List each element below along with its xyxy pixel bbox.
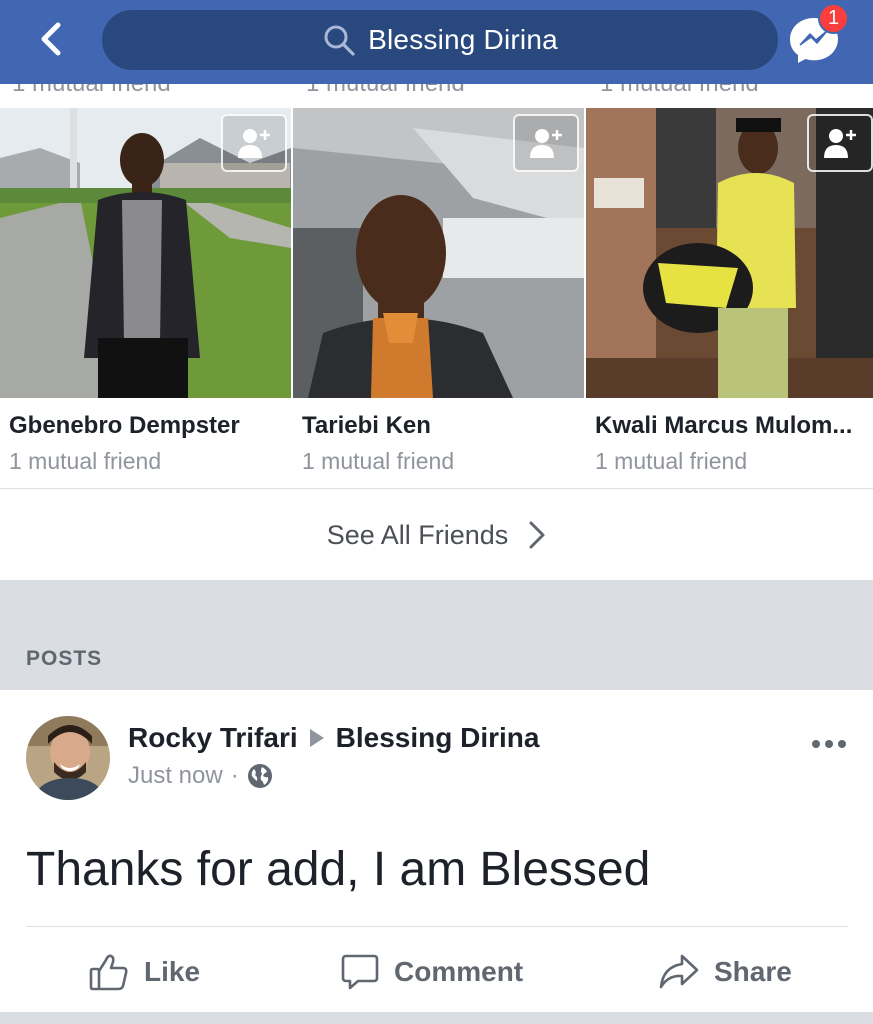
section-separator <box>0 580 873 690</box>
like-label: Like <box>144 956 201 987</box>
meta-separator: · <box>230 762 239 789</box>
add-friend-icon <box>238 129 270 158</box>
share-button[interactable]: Share <box>658 944 792 1000</box>
post-header: Rocky Trifari Blessing Dirina <box>128 722 539 754</box>
friend-photo[interactable] <box>586 108 873 398</box>
like-button[interactable]: Like <box>88 944 200 1000</box>
post-target[interactable]: Blessing Dirina <box>336 722 540 754</box>
comment-button[interactable]: Comment <box>340 944 523 1000</box>
clipped-mutual-text: 1 mutual friend <box>12 84 171 98</box>
add-friend-icon <box>824 129 856 158</box>
thumbs-up-icon <box>89 954 128 991</box>
add-friend-button[interactable] <box>807 114 873 172</box>
divider <box>0 488 873 489</box>
mutual-friends-count: 1 mutual friend <box>9 448 162 474</box>
more-dot <box>812 740 820 748</box>
globe-icon <box>247 764 272 788</box>
add-friend-button[interactable] <box>513 114 579 172</box>
top-bar: Blessing Dirina 1 <box>0 0 873 84</box>
clipped-previous-row: 1 mutual friend 1 mutual friend 1 mutual… <box>0 84 873 108</box>
posts-section-title: POSTS <box>26 647 103 670</box>
section-separator <box>0 1012 873 1024</box>
friend-card[interactable]: Kwali Marcus Mulom... 1 mutual friend <box>586 108 873 488</box>
see-all-friends-button[interactable]: See All Friends <box>0 490 873 580</box>
more-dot <box>825 740 833 748</box>
friend-name[interactable]: Tariebi Ken <box>302 412 431 440</box>
search-icon <box>324 25 355 56</box>
post-text: Thanks for add, I am Blessed <box>26 843 651 896</box>
clipped-mutual-text: 1 mutual friend <box>600 84 759 98</box>
friend-card[interactable]: Gbenebro Dempster 1 mutual friend <box>0 108 291 488</box>
comment-label: Comment <box>394 956 524 987</box>
arrow-right-icon <box>309 729 324 747</box>
friend-card[interactable]: Tariebi Ken 1 mutual friend <box>293 108 584 488</box>
post-meta: Just now · <box>128 762 273 790</box>
search-input[interactable]: Blessing Dirina <box>102 10 778 70</box>
notification-badge: 1 <box>818 3 849 34</box>
avatar[interactable] <box>26 716 110 800</box>
friend-name[interactable]: Kwali Marcus Mulom... <box>595 412 852 440</box>
share-label: Share <box>714 956 792 987</box>
divider <box>26 926 848 927</box>
more-options-button[interactable] <box>812 736 852 752</box>
add-friend-icon <box>530 129 562 158</box>
friend-photo[interactable] <box>293 108 584 398</box>
mutual-friends-count: 1 mutual friend <box>595 448 748 474</box>
share-icon <box>659 954 699 989</box>
back-button[interactable] <box>28 16 74 62</box>
friend-photo[interactable] <box>0 108 291 398</box>
see-all-label: See All Friends <box>326 519 509 550</box>
chevron-left-icon <box>41 22 61 56</box>
search-query: Blessing Dirina <box>368 24 558 55</box>
post-timestamp[interactable]: Just now <box>128 762 223 790</box>
friend-name[interactable]: Gbenebro Dempster <box>9 412 240 440</box>
more-dot <box>838 740 846 748</box>
mutual-friends-count: 1 mutual friend <box>302 448 455 474</box>
clipped-mutual-text: 1 mutual friend <box>306 84 465 98</box>
add-friend-button[interactable] <box>221 114 287 172</box>
chevron-right-icon <box>529 521 545 549</box>
post-author[interactable]: Rocky Trifari <box>128 722 298 754</box>
comment-icon <box>341 954 379 990</box>
